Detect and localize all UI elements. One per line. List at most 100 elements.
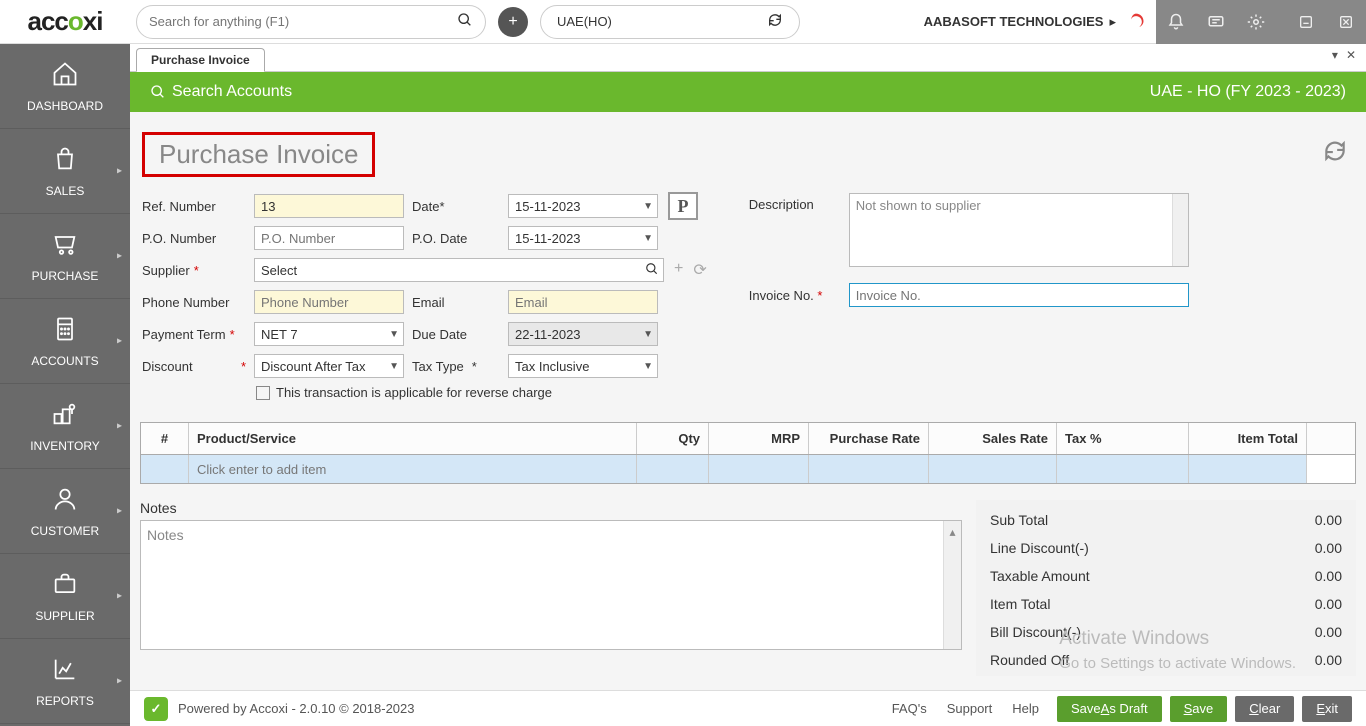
taxtype-select[interactable]: Tax Inclusive▼ xyxy=(508,354,658,378)
add-supplier-icon[interactable]: + xyxy=(674,260,683,280)
desc-label: Description xyxy=(749,193,849,267)
sidebar-sales[interactable]: SALES▸ xyxy=(0,129,130,214)
date-label: Date* xyxy=(412,199,508,214)
podate-input[interactable]: 15-11-2023▼ xyxy=(508,226,658,250)
company-name[interactable]: AABASOFT TECHNOLOGIES xyxy=(924,14,1104,29)
sidebar-accounts[interactable]: ACCOUNTS▸ xyxy=(0,299,130,384)
invoice-no-input[interactable] xyxy=(849,283,1189,307)
col-tax: Tax % xyxy=(1057,423,1189,454)
fiscal-year: UAE - HO (FY 2023 - 2023) xyxy=(1150,83,1346,101)
col-mrp: MRP xyxy=(709,423,809,454)
clear-button[interactable]: Clear xyxy=(1235,696,1294,722)
faq-link[interactable]: FAQ's xyxy=(892,701,927,716)
col-product: Product/Service xyxy=(189,423,637,454)
ref-input[interactable]: 13 xyxy=(254,194,404,218)
email-label: Email xyxy=(412,295,508,310)
search-input[interactable] xyxy=(149,14,457,29)
taxtype-label: Tax Type* xyxy=(412,359,508,374)
chevron-down-icon: ▼ xyxy=(389,329,399,340)
inv-label: Invoice No. * xyxy=(749,288,849,303)
support-link[interactable]: Support xyxy=(947,701,993,716)
phone-input[interactable] xyxy=(254,290,404,314)
org-name: UAE(HO) xyxy=(557,14,612,29)
minimize-icon[interactable] xyxy=(1286,0,1326,44)
tab-menu-icon[interactable]: ▾ xyxy=(1332,48,1338,62)
po-label: P.O. Number xyxy=(142,231,254,246)
sync-icon xyxy=(767,12,783,31)
brand-swirl-icon xyxy=(1122,8,1150,36)
chevron-down-icon: ▼ xyxy=(643,361,653,372)
calculator-icon xyxy=(51,315,79,350)
chevron-down-icon: ▼ xyxy=(643,329,653,340)
chat-icon[interactable] xyxy=(1196,0,1236,44)
close-icon[interactable] xyxy=(1326,0,1366,44)
items-grid: # Product/Service Qty MRP Purchase Rate … xyxy=(140,422,1356,484)
email-input[interactable] xyxy=(508,290,658,314)
term-label: Payment Term* xyxy=(142,327,254,342)
refresh-icon[interactable] xyxy=(1322,138,1348,171)
tab-close-icon[interactable]: ✕ xyxy=(1346,48,1356,62)
po-input[interactable] xyxy=(254,226,404,250)
add-button[interactable]: + xyxy=(498,7,528,37)
sidebar-customer[interactable]: CUSTOMER▸ xyxy=(0,469,130,554)
sidebar-reports[interactable]: REPORTS▸ xyxy=(0,639,130,724)
footer-powered: Powered by Accoxi - 2.0.10 © 2018-2023 xyxy=(178,701,415,716)
search-accounts[interactable]: Search Accounts xyxy=(150,83,292,101)
save-button[interactable]: Save xyxy=(1170,696,1228,722)
scrollbar[interactable]: ▴ xyxy=(943,521,961,649)
chevron-down-icon: ▼ xyxy=(643,233,653,244)
org-selector[interactable]: UAE(HO) xyxy=(540,5,800,39)
notes-input[interactable]: Notes ▴ xyxy=(140,520,962,650)
reverse-charge-label: This transaction is applicable for rever… xyxy=(276,385,552,400)
p-button[interactable]: P xyxy=(668,192,698,220)
inventory-icon xyxy=(51,400,79,435)
supplier-select[interactable]: Select xyxy=(254,258,664,282)
save-draft-button[interactable]: Save As Draft xyxy=(1057,696,1162,722)
col-qty: Qty xyxy=(637,423,709,454)
search-icon xyxy=(457,12,473,31)
help-link[interactable]: Help xyxy=(1012,701,1039,716)
notes-label: Notes xyxy=(140,500,962,516)
ref-label: Ref. Number xyxy=(142,199,254,214)
sidebar-purchase[interactable]: PURCHASE▸ xyxy=(0,214,130,299)
sidebar-inventory[interactable]: INVENTORY▸ xyxy=(0,384,130,469)
col-total: Item Total xyxy=(1189,423,1307,454)
app-logo: accoxi xyxy=(0,0,130,44)
briefcase-icon xyxy=(51,570,79,605)
gear-icon[interactable] xyxy=(1236,0,1276,44)
bag-icon xyxy=(51,145,79,180)
col-prate: Purchase Rate xyxy=(809,423,929,454)
tab-purchase-invoice[interactable]: Purchase Invoice xyxy=(136,48,265,72)
grid-new-row[interactable]: Click enter to add item xyxy=(141,455,1355,483)
supplier-label: Supplier* xyxy=(142,263,254,278)
bell-icon[interactable] xyxy=(1156,0,1196,44)
refresh-supplier-icon[interactable]: ⟳ xyxy=(693,260,706,280)
due-input: 22-11-2023▼ xyxy=(508,322,658,346)
cart-icon xyxy=(51,230,79,265)
col-num: # xyxy=(141,423,189,454)
chevron-down-icon: ▼ xyxy=(389,361,399,372)
chevron-down-icon: ▼ xyxy=(643,201,653,212)
date-input[interactable]: 15-11-2023▼ xyxy=(508,194,658,218)
description-input[interactable]: Not shown to supplier xyxy=(849,193,1189,267)
col-srate: Sales Rate xyxy=(929,423,1057,454)
chart-icon xyxy=(51,655,79,690)
term-select[interactable]: NET 7▼ xyxy=(254,322,404,346)
sidebar-supplier[interactable]: SUPPLIER▸ xyxy=(0,554,130,639)
disc-label: Discount* xyxy=(142,359,254,374)
global-search[interactable] xyxy=(136,5,486,39)
sidebar-dashboard[interactable]: DASHBOARD xyxy=(0,44,130,129)
scrollbar[interactable] xyxy=(1172,194,1188,266)
discount-select[interactable]: Discount After Tax▼ xyxy=(254,354,404,378)
footer-logo-icon: ✓ xyxy=(144,697,168,721)
reverse-charge-checkbox[interactable] xyxy=(256,386,270,400)
exit-button[interactable]: Exit xyxy=(1302,696,1352,722)
user-icon xyxy=(51,485,79,520)
home-icon xyxy=(51,60,79,95)
due-label: Due Date xyxy=(412,327,508,342)
phone-label: Phone Number xyxy=(142,295,254,310)
search-icon xyxy=(645,262,659,279)
totals-panel: Sub Total0.00 Line Discount(-)0.00 Taxab… xyxy=(976,500,1356,676)
page-title: Purchase Invoice xyxy=(142,132,375,177)
podate-label: P.O. Date xyxy=(412,231,508,246)
